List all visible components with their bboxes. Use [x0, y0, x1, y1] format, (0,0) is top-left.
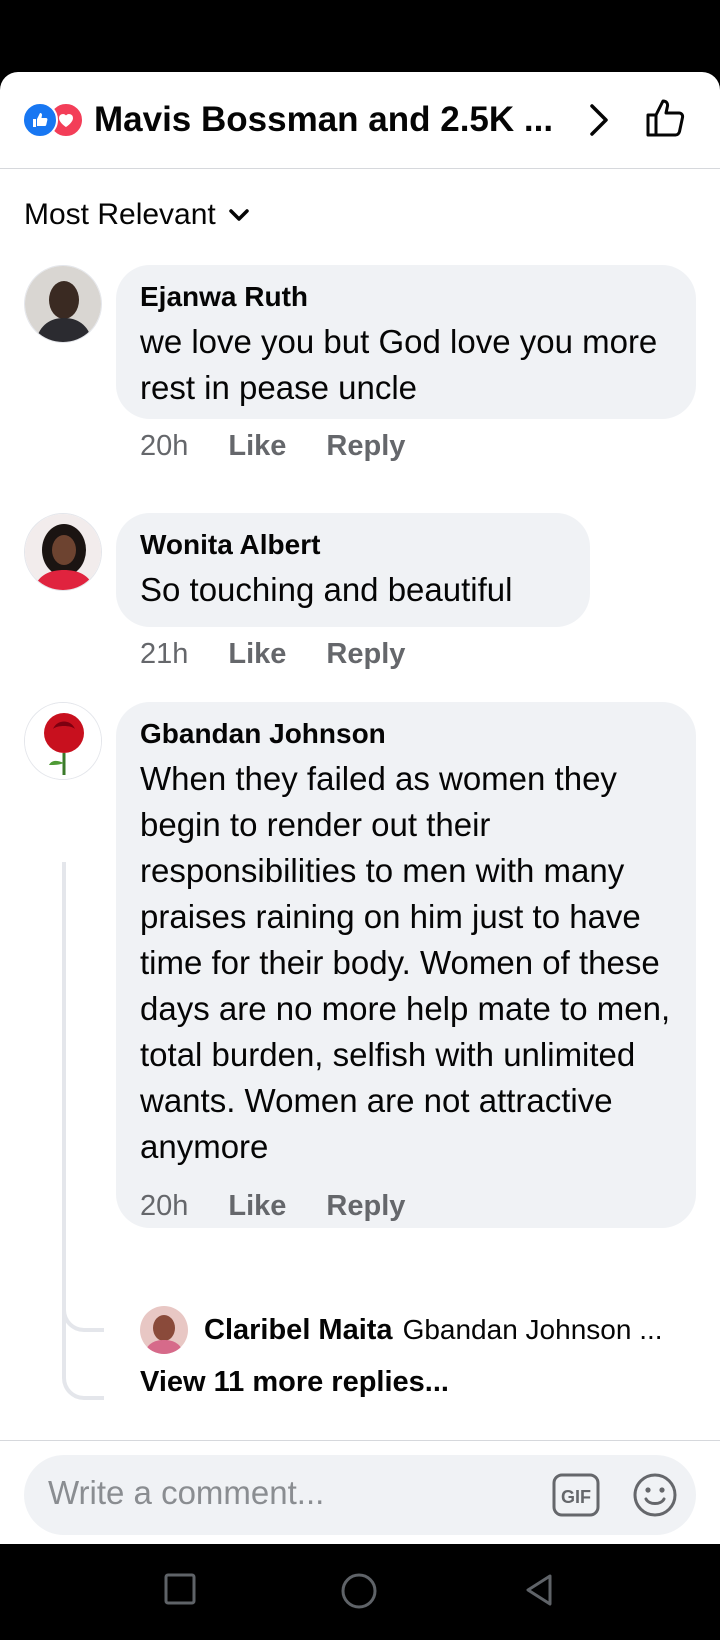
- reply-author[interactable]: Claribel Maita: [204, 1314, 393, 1347]
- sort-label: Most Relevant: [24, 198, 216, 231]
- comment-time[interactable]: 20h: [140, 430, 188, 463]
- comment-author[interactable]: Gbandan Johnson: [140, 716, 672, 752]
- recents-square-icon[interactable]: [163, 1572, 197, 1611]
- reply-snippet: Gbandan Johnson ...: [402, 1314, 663, 1345]
- reactions-header[interactable]: Mavis Bossman and 2.5K ...: [0, 72, 720, 169]
- view-more-replies-link[interactable]: View 11 more replies...: [140, 1366, 449, 1399]
- system-navbar: [0, 1544, 720, 1640]
- like-button[interactable]: Like: [228, 638, 286, 671]
- comment-text: we love you but God love you more rest i…: [140, 323, 658, 406]
- comment-bubble[interactable]: Gbandan Johnson When they failed as wome…: [116, 702, 696, 1228]
- smiley-icon[interactable]: [632, 1472, 678, 1523]
- reaction-icons: [22, 102, 86, 138]
- comment-bubble[interactable]: Wonita Albert So touching and beautiful: [116, 513, 590, 627]
- comment-bubble[interactable]: Ejanwa Ruth we love you but God love you…: [116, 265, 696, 419]
- avatar[interactable]: [24, 702, 102, 780]
- sort-dropdown[interactable]: Most Relevant: [24, 198, 250, 232]
- comment-time[interactable]: 21h: [140, 638, 188, 671]
- gif-button[interactable]: GIF: [552, 1473, 600, 1522]
- avatar[interactable]: [24, 513, 102, 591]
- comment-actions: 20h Like Reply: [140, 1190, 445, 1223]
- comment-time[interactable]: 20h: [140, 1190, 188, 1223]
- back-triangle-icon[interactable]: [522, 1572, 556, 1613]
- comment-composer: Write a comment... GIF: [0, 1440, 720, 1544]
- like-icon: [22, 102, 58, 138]
- reply-button[interactable]: Reply: [326, 430, 405, 463]
- reactions-title[interactable]: Mavis Bossman and 2.5K ...: [94, 100, 564, 140]
- comment-text: When they failed as women they begin to …: [140, 760, 671, 1165]
- chevron-right-icon[interactable]: [584, 100, 614, 145]
- chevron-down-icon: [229, 209, 249, 221]
- avatar[interactable]: [140, 1306, 188, 1354]
- comment-placeholder: Write a comment...: [48, 1474, 325, 1511]
- like-button[interactable]: Like: [228, 430, 286, 463]
- like-button[interactable]: Like: [228, 1190, 286, 1223]
- reply-preview[interactable]: Claribel Maita Gbandan Johnson ...: [140, 1306, 700, 1354]
- comment-actions: 21h Like Reply: [140, 638, 445, 671]
- avatar[interactable]: [24, 265, 102, 343]
- comment-author[interactable]: Wonita Albert: [140, 527, 566, 563]
- home-circle-icon[interactable]: [340, 1572, 378, 1615]
- comment-input[interactable]: Write a comment... GIF: [24, 1455, 696, 1535]
- gif-label: GIF: [561, 1487, 591, 1507]
- thumbs-up-icon[interactable]: [644, 96, 688, 145]
- reply-button[interactable]: Reply: [326, 638, 405, 671]
- comment-actions: 20h Like Reply: [140, 430, 445, 463]
- comment-author[interactable]: Ejanwa Ruth: [140, 279, 672, 315]
- thread-branch: [62, 1292, 104, 1332]
- reply-button[interactable]: Reply: [326, 1190, 405, 1223]
- comments-sheet: Mavis Bossman and 2.5K ... Most Relevant…: [0, 72, 720, 1544]
- comment-text: So touching and beautiful: [140, 571, 513, 608]
